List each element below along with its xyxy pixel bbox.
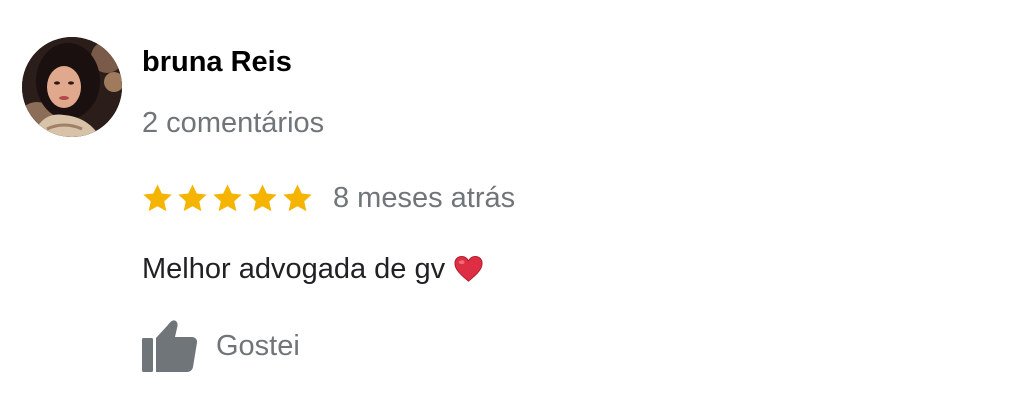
thumbs-up-icon bbox=[142, 320, 198, 372]
review-text: Melhor advogada de gv bbox=[142, 251, 484, 287]
review-text-body: Melhor advogada de gv bbox=[142, 253, 446, 285]
like-button[interactable]: Gostei bbox=[140, 318, 300, 374]
star-icon bbox=[248, 183, 277, 211]
rating-row: 8 meses atrás bbox=[141, 178, 515, 218]
star-icon bbox=[178, 183, 207, 211]
author-review-count: 2 comentários bbox=[142, 107, 325, 139]
star-rating bbox=[141, 182, 316, 215]
avatar[interactable] bbox=[22, 37, 122, 137]
profile-photo bbox=[22, 37, 122, 137]
star-icon bbox=[283, 183, 312, 211]
review-card: bruna Reis 2 comentários 8 meses atrás M… bbox=[0, 0, 1024, 406]
heart-icon bbox=[454, 255, 483, 282]
like-button-label: Gostei bbox=[216, 330, 300, 362]
review-time-ago: 8 meses atrás bbox=[333, 182, 516, 214]
author-name[interactable]: bruna Reis bbox=[142, 44, 292, 80]
star-icon bbox=[143, 183, 172, 211]
star-icon bbox=[213, 183, 242, 211]
